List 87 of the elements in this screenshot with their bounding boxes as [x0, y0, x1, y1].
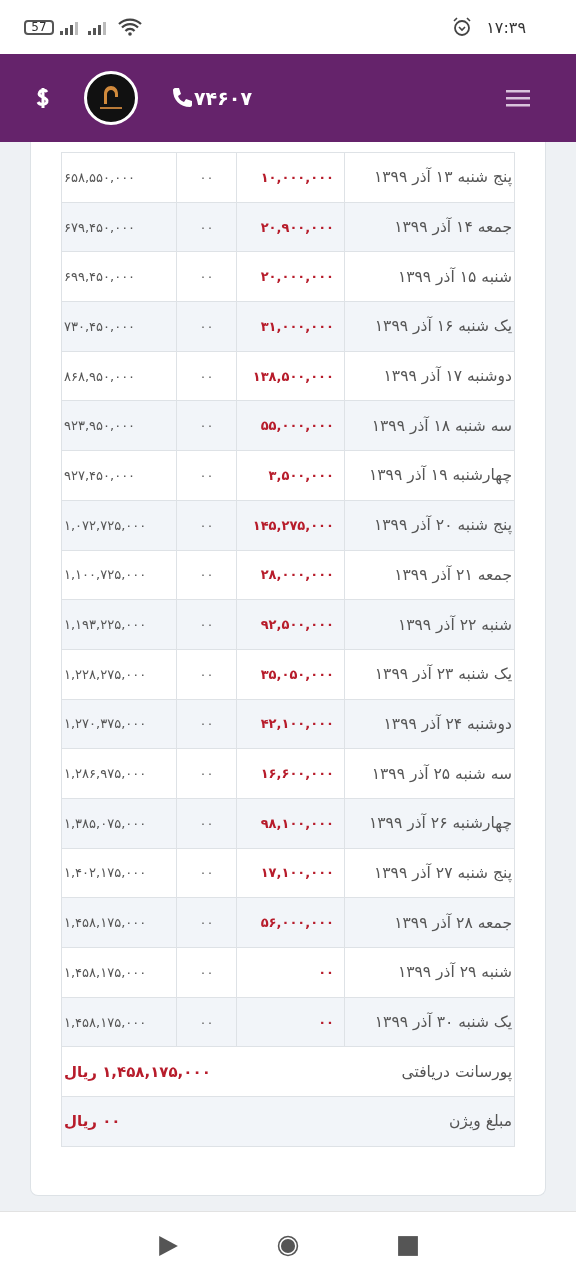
clock-time: ۱۷:۳۹ — [486, 17, 526, 37]
total-cell: ۶۵۸,۵۵۰,۰۰۰ — [61, 152, 177, 203]
amount-cell: ۰۰ — [236, 947, 345, 998]
table-cell: ۰۰ — [176, 351, 237, 401]
date-cell: پنج شنبه ۲۰ آذر ۱۳۹۹ — [344, 500, 515, 550]
total-cell: ۱,۴۵۸,۱۷۵,۰۰۰ — [61, 997, 177, 1047]
date-cell: جمعه ۲۸ آذر ۱۳۹۹ — [344, 897, 515, 948]
logo-icon[interactable] — [84, 71, 138, 125]
total-cell: ۱,۲۸۶,۹۷۵,۰۰۰ — [61, 748, 177, 799]
total-cell: ۱,۱۹۳,۲۲۵,۰۰۰ — [61, 599, 177, 650]
amount-cell: ۳۱,۰۰۰,۰۰۰ — [236, 301, 345, 352]
amount-cell: ۱۳۸,۵۰۰,۰۰۰ — [236, 351, 345, 401]
amount-cell: ۱۶,۶۰۰,۰۰۰ — [236, 748, 345, 799]
total-cell: ۱,۲۷۰,۳۷۵,۰۰۰ — [61, 699, 177, 749]
date-cell: دوشنبه ۱۷ آذر ۱۳۹۹ — [344, 351, 515, 401]
summary-label: مبلغ ویژن — [236, 1096, 515, 1147]
summary-value: ۰۰ ریال — [61, 1096, 237, 1147]
table-cell: ۰۰ — [176, 251, 237, 302]
amount-cell: ۹۲,۵۰۰,۰۰۰ — [236, 599, 345, 650]
recents-icon[interactable] — [397, 1235, 419, 1257]
date-cell: چهارشنبه ۱۹ آذر ۱۳۹۹ — [344, 450, 515, 501]
date-cell: سه شنبه ۱۸ آذر ۱۳۹۹ — [344, 400, 515, 451]
table-cell: ۰۰ — [176, 649, 237, 700]
table-cell: ۰۰ — [176, 599, 237, 650]
table-cell: ۰۰ — [176, 897, 237, 948]
table-cell: ۰۰ — [176, 848, 237, 898]
amount-cell: ۲۰,۰۰۰,۰۰۰ — [236, 251, 345, 302]
amount-cell: ۲۸,۰۰۰,۰۰۰ — [236, 550, 345, 600]
table-cell: ۰۰ — [176, 550, 237, 600]
wifi-icon — [118, 18, 142, 36]
amount-cell: ۱۰,۰۰۰,۰۰۰ — [236, 152, 345, 203]
amount-cell: ۴۲,۱۰۰,۰۰۰ — [236, 699, 345, 749]
date-cell: شنبه ۱۵ آذر ۱۳۹۹ — [344, 251, 515, 302]
table-cell: ۰۰ — [176, 400, 237, 451]
table-cell: ۰۰ — [176, 699, 237, 749]
date-cell: یک شنبه ۱۶ آذر ۱۳۹۹ — [344, 301, 515, 352]
amount-cell: ۹۸,۱۰۰,۰۰۰ — [236, 798, 345, 849]
total-cell: ۶۷۹,۴۵۰,۰۰۰ — [61, 202, 177, 252]
total-cell: ۷۳۰,۴۵۰,۰۰۰ — [61, 301, 177, 352]
amount-cell: ۲۰,۹۰۰,۰۰۰ — [236, 202, 345, 252]
date-cell: شنبه ۲۲ آذر ۱۳۹۹ — [344, 599, 515, 650]
amount-cell: ۳۵,۰۵۰,۰۰۰ — [236, 649, 345, 700]
date-cell: یک شنبه ۳۰ آذر ۱۳۹۹ — [344, 997, 515, 1047]
total-cell: ۱,۴۵۸,۱۷۵,۰۰۰ — [61, 947, 177, 998]
back-icon[interactable] — [157, 1235, 179, 1257]
date-cell: دوشنبه ۲۴ آذر ۱۳۹۹ — [344, 699, 515, 749]
amount-cell: ۱۷,۱۰۰,۰۰۰ — [236, 848, 345, 898]
total-cell: ۱,۴۰۲,۱۷۵,۰۰۰ — [61, 848, 177, 898]
total-cell: ۸۶۸,۹۵۰,۰۰۰ — [61, 351, 177, 401]
total-cell: ۹۲۳,۹۵۰,۰۰۰ — [61, 400, 177, 451]
table-cell: ۰۰ — [176, 798, 237, 849]
table-cell: ۰۰ — [176, 997, 237, 1047]
date-cell: شنبه ۲۹ آذر ۱۳۹۹ — [344, 947, 515, 998]
table-cell: ۰۰ — [176, 301, 237, 352]
alarm-clock-icon — [452, 17, 473, 37]
battery-icon: 57 — [24, 19, 54, 35]
menu-icon[interactable] — [506, 89, 530, 107]
date-cell: جمعه ۱۴ آذر ۱۳۹۹ — [344, 202, 515, 252]
amount-cell: ۳,۵۰۰,۰۰۰ — [236, 450, 345, 501]
table-cell: ۰۰ — [176, 500, 237, 550]
date-cell: چهارشنبه ۲۶ آذر ۱۳۹۹ — [344, 798, 515, 849]
date-cell: یک شنبه ۲۳ آذر ۱۳۹۹ — [344, 649, 515, 700]
total-cell: ۱,۲۲۸,۲۷۵,۰۰۰ — [61, 649, 177, 700]
date-cell: پنج شنبه ۱۳ آذر ۱۳۹۹ — [344, 152, 515, 203]
table-cell: ۰۰ — [176, 202, 237, 252]
date-cell: پنج شنبه ۲۷ آذر ۱۳۹۹ — [344, 848, 515, 898]
home-icon[interactable] — [277, 1235, 299, 1257]
table-cell: ۰۰ — [176, 748, 237, 799]
total-cell: ۱,۱۰۰,۷۲۵,۰۰۰ — [61, 550, 177, 600]
amount-cell: ۵۵,۰۰۰,۰۰۰ — [236, 400, 345, 451]
summary-value: ۱,۴۵۸,۱۷۵,۰۰۰ ریال — [61, 1046, 237, 1097]
total-cell: ۱,۴۵۸,۱۷۵,۰۰۰ — [61, 897, 177, 948]
table-cell: ۰۰ — [176, 450, 237, 501]
summary-label: پورسانت دریافتی — [236, 1046, 515, 1097]
amount-cell: ۵۶,۰۰۰,۰۰۰ — [236, 897, 345, 948]
table-cell: ۰۰ — [176, 152, 237, 203]
date-cell: سه شنبه ۲۵ آذر ۱۳۹۹ — [344, 748, 515, 799]
phone-number[interactable]: ۷۴۶۰۷ — [170, 86, 252, 110]
date-cell: جمعه ۲۱ آذر ۱۳۹۹ — [344, 550, 515, 600]
total-cell: ۹۲۷,۴۵۰,۰۰۰ — [61, 450, 177, 501]
phone-icon — [170, 86, 194, 110]
amount-cell: ۰۰ — [236, 997, 345, 1047]
table-cell: ۰۰ — [176, 947, 237, 998]
total-cell: ۱,۳۸۵,۰۷۵,۰۰۰ — [61, 798, 177, 849]
total-cell: ۶۹۹,۴۵۰,۰۰۰ — [61, 251, 177, 302]
total-cell: ۱,۰۷۲,۷۲۵,۰۰۰ — [61, 500, 177, 550]
amount-cell: ۱۴۵,۲۷۵,۰۰۰ — [236, 500, 345, 550]
